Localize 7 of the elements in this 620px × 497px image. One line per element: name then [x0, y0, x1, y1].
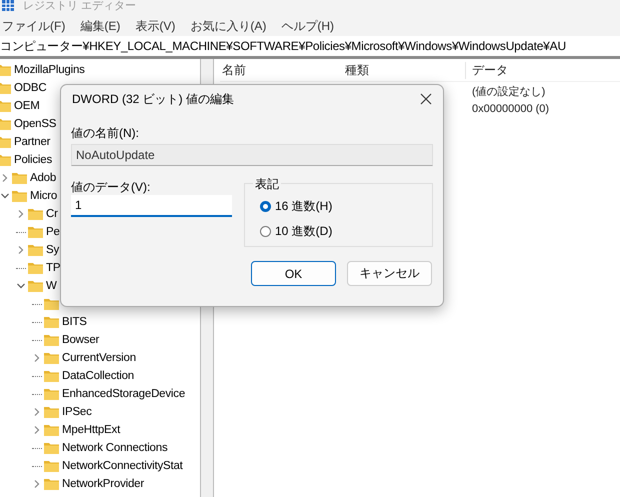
table-cell-text: 0x00000000 (0)	[471, 103, 550, 115]
group-label: 表記	[253, 176, 281, 193]
table-cell-text: (値の設定なし)	[471, 84, 546, 98]
field-label: 値の名前(N):	[71, 125, 140, 141]
dialog-title: DWORD (32 ビット) 値の編集	[72, 90, 234, 108]
field-label: 値のデータ(V):	[71, 179, 152, 195]
window-title: レジストリ エディター	[23, 0, 136, 12]
